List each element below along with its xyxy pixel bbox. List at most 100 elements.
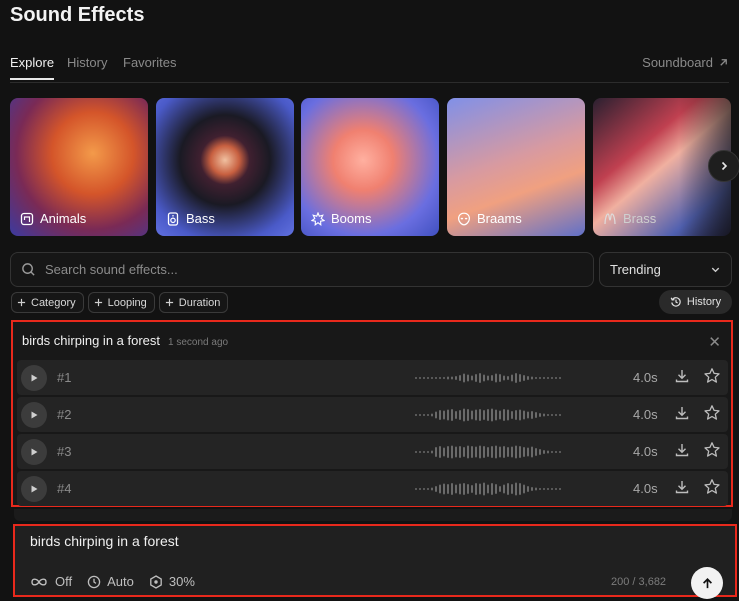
search-bar: [10, 252, 594, 287]
download-icon[interactable]: [674, 479, 690, 495]
category-label: Brass: [623, 211, 657, 226]
result-duration: 4.0s: [633, 444, 658, 459]
play-button[interactable]: [21, 365, 47, 391]
category-card-bass[interactable]: Bass: [156, 98, 294, 236]
clock-icon: [87, 575, 101, 588]
play-button[interactable]: [21, 476, 47, 502]
duration-setting[interactable]: Auto: [87, 574, 134, 589]
plus-icon: [17, 298, 26, 307]
favorite-button[interactable]: [703, 441, 721, 464]
chip-label: Category: [31, 296, 76, 309]
favorite-button[interactable]: [703, 404, 721, 427]
prompt-input[interactable]: birds chirping in a forest: [30, 533, 179, 549]
category-label: Braams: [477, 211, 522, 226]
result-number: #3: [57, 444, 72, 459]
filter-category-chip[interactable]: Category: [11, 292, 84, 313]
search-input[interactable]: [45, 262, 565, 277]
filter-duration-chip[interactable]: Duration: [158, 292, 229, 313]
download-icon[interactable]: [674, 405, 690, 421]
result-row[interactable]: #3 4.0s: [17, 434, 728, 469]
history-button[interactable]: History: [659, 290, 732, 314]
animals-icon: [20, 212, 34, 225]
loop-value: Off: [55, 574, 73, 589]
download-icon[interactable]: [674, 368, 690, 384]
generate-button[interactable]: [691, 567, 723, 599]
waveform[interactable]: [415, 402, 565, 428]
result-number: #1: [57, 370, 72, 385]
brass-icon: [604, 212, 616, 224]
arrow-up-icon: [702, 577, 712, 588]
tab-favorites[interactable]: Favorites: [123, 55, 176, 78]
download-button[interactable]: [674, 479, 690, 500]
chip-label: Looping: [107, 296, 147, 309]
chevron-right-icon: [721, 161, 728, 171]
carousel-next-button[interactable]: [708, 150, 739, 182]
prompt-options: Off Auto 30%: [29, 574, 195, 589]
star-icon[interactable]: [703, 404, 721, 422]
result-number: #2: [57, 407, 72, 422]
alien-icon: [457, 212, 471, 225]
result-row[interactable]: #2 4.0s: [17, 397, 728, 432]
history-button-label: History: [686, 296, 722, 308]
prompt-influence-icon: [150, 574, 162, 589]
page-title: Sound Effects: [10, 4, 145, 26]
download-icon[interactable]: [674, 442, 690, 458]
loop-toggle[interactable]: Off: [29, 574, 72, 589]
result-duration: 4.0s: [633, 407, 658, 422]
star-icon[interactable]: [703, 478, 721, 496]
character-counter: 200 / 3,682: [611, 576, 667, 588]
play-icon: [31, 411, 38, 419]
chip-label: Duration: [178, 296, 221, 309]
plus-icon: [94, 298, 102, 307]
explosion-icon: [311, 211, 325, 226]
category-card-braams[interactable]: Braams: [447, 98, 585, 236]
category-card-booms[interactable]: Booms: [301, 98, 439, 236]
prompt-box: birds chirping in a forest Off Auto 30% …: [13, 524, 737, 599]
tab-bar: Explore History Favorites Soundboard: [10, 55, 729, 83]
star-icon[interactable]: [703, 441, 721, 459]
filter-looping-chip[interactable]: Looping: [87, 292, 155, 313]
download-button[interactable]: [674, 368, 690, 389]
result-row[interactable]: #4 4.0s: [17, 471, 728, 506]
speaker-icon: [167, 211, 179, 226]
result-row[interactable]: #1 4.0s: [17, 360, 728, 395]
chevron-down-icon: [711, 267, 720, 273]
result-duration: 4.0s: [633, 370, 658, 385]
play-button[interactable]: [21, 402, 47, 428]
soundboard-link[interactable]: Soundboard: [642, 55, 729, 70]
favorite-button[interactable]: [703, 367, 721, 390]
history-icon: [670, 297, 681, 307]
category-card-animals[interactable]: Animals: [10, 98, 148, 236]
results-query: birds chirping in a forest: [22, 333, 161, 348]
result-duration: 4.0s: [633, 481, 658, 496]
influence-value: 30%: [168, 574, 195, 589]
tab-history[interactable]: History: [67, 55, 107, 78]
filter-chips: Category Looping Duration: [11, 292, 229, 313]
waveform[interactable]: [415, 365, 565, 391]
category-label: Booms: [331, 211, 372, 226]
waveform[interactable]: [415, 476, 565, 502]
duration-value: Auto: [107, 574, 134, 589]
waveform[interactable]: [415, 439, 565, 465]
category-label: Animals: [40, 211, 87, 226]
play-icon: [31, 485, 38, 493]
infinity-icon: [31, 577, 47, 586]
previous-result-edge: [14, 509, 732, 521]
play-button[interactable]: [21, 439, 47, 465]
play-icon: [31, 448, 38, 456]
influence-setting[interactable]: 30%: [149, 574, 195, 589]
sort-dropdown[interactable]: Trending: [599, 252, 732, 287]
download-button[interactable]: [674, 405, 690, 426]
download-button[interactable]: [674, 442, 690, 463]
tab-explore[interactable]: Explore: [10, 55, 55, 80]
results-timestamp: 1 second ago: [168, 337, 229, 348]
category-carousel: Animals Bass Booms Braams Brass: [10, 98, 739, 236]
play-icon: [31, 374, 38, 382]
generation-results-panel: birds chirping in a forest 1 second ago …: [11, 320, 733, 507]
results-header: birds chirping in a forest 1 second ago: [22, 333, 228, 348]
sort-selected: Trending: [610, 262, 661, 277]
favorite-button[interactable]: [703, 478, 721, 501]
category-label: Bass: [186, 211, 215, 226]
close-icon[interactable]: ✕: [708, 333, 721, 351]
star-icon[interactable]: [703, 367, 721, 385]
